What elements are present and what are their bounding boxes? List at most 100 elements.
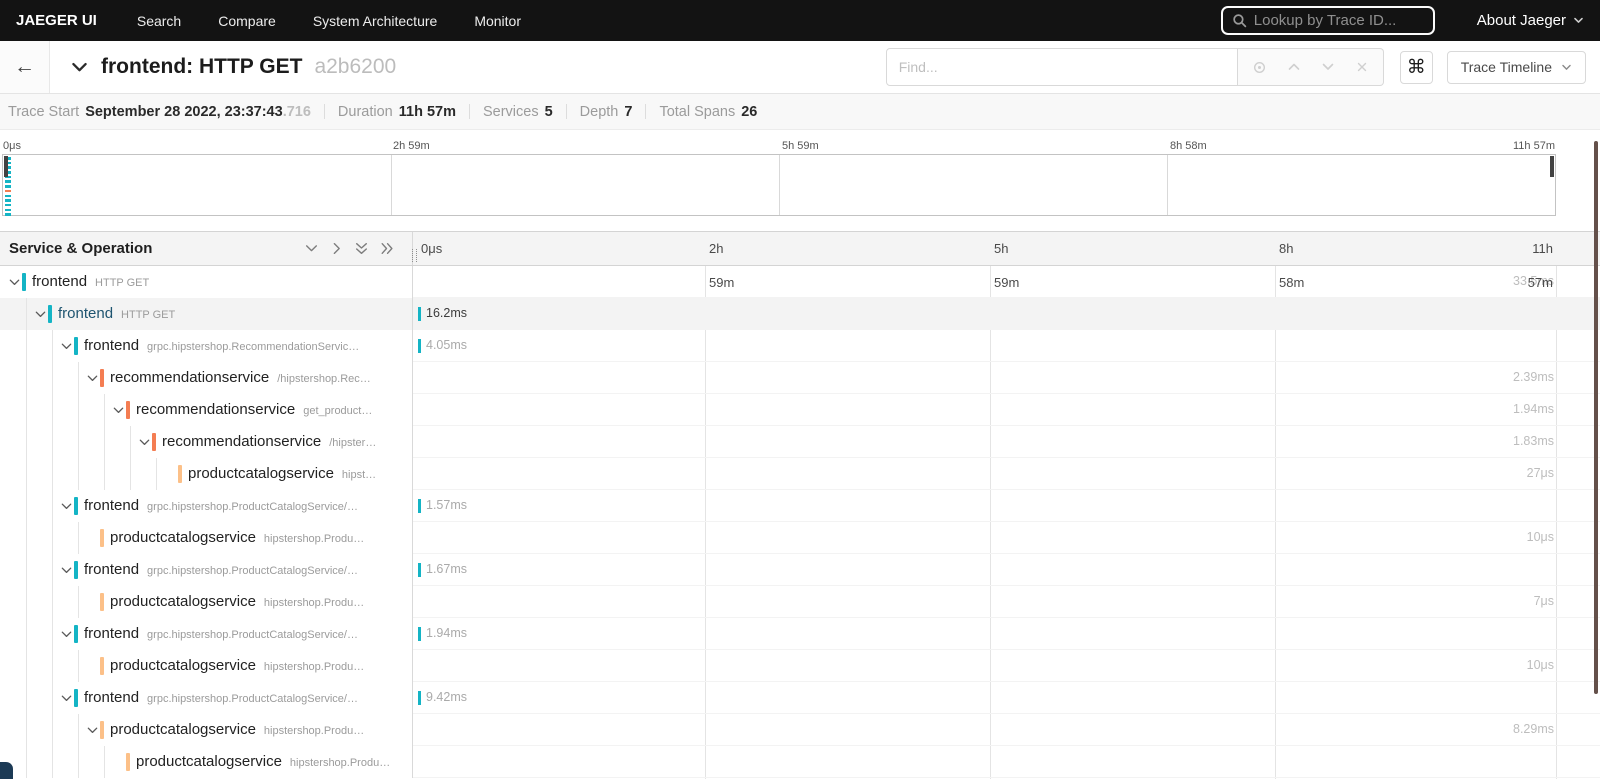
span-timeline-cell[interactable]: 1.57ms bbox=[413, 490, 1600, 522]
vertical-scrollbar[interactable] bbox=[1594, 141, 1598, 694]
clear-search-icon[interactable] bbox=[1355, 60, 1369, 74]
span-timeline-cell[interactable]: 27μs bbox=[413, 458, 1600, 490]
collapse-chevron-icon[interactable] bbox=[86, 724, 99, 737]
find-input[interactable] bbox=[885, 48, 1238, 86]
expand-all-icon[interactable] bbox=[379, 241, 394, 256]
span-row[interactable]: productcatalogservice hipstershop.Produ… 1… bbox=[0, 650, 1600, 682]
span-name-cell[interactable]: frontend grpc.hipstershop.ProductCatalogS… bbox=[0, 490, 413, 522]
divider bbox=[468, 104, 470, 119]
span-name-cell[interactable]: productcatalogservice hipstershop.Produ… bbox=[0, 522, 413, 554]
span-row[interactable]: frontend grpc.hipstershop.ProductCatalogS… bbox=[0, 618, 1600, 650]
span-timeline-cell[interactable]: 4.05ms bbox=[413, 330, 1600, 362]
span-bar[interactable] bbox=[418, 563, 421, 577]
collapse-one-icon[interactable] bbox=[304, 241, 319, 256]
collapse-chevron-icon[interactable] bbox=[60, 500, 73, 513]
span-name-cell[interactable]: frontend grpc.hipstershop.ProductCatalogS… bbox=[0, 618, 413, 650]
span-bar[interactable] bbox=[418, 499, 421, 513]
focus-match-icon[interactable] bbox=[1252, 60, 1267, 75]
span-name-cell[interactable]: productcatalogservice hipstershop.Produ… bbox=[0, 650, 413, 682]
collapse-chevron-icon[interactable] bbox=[60, 564, 73, 577]
span-timeline-cell[interactable]: 10μs bbox=[413, 522, 1600, 554]
services-label: Services bbox=[482, 103, 539, 120]
nav-item-monitor[interactable]: Monitor bbox=[474, 13, 521, 29]
collapse-all-icon[interactable] bbox=[354, 241, 369, 256]
span-row[interactable]: recommendationservice/hipstershop.Rec… 2.… bbox=[0, 362, 1600, 394]
span-timeline-cell[interactable]: 9.42ms bbox=[413, 682, 1600, 714]
span-name-cell[interactable]: recommendationservice get_product… bbox=[0, 394, 413, 426]
nav-item-search[interactable]: Search bbox=[137, 13, 181, 29]
span-bar[interactable] bbox=[418, 339, 421, 353]
span-name-cell[interactable]: frontend grpc.hipstershop.ProductCatalogS… bbox=[0, 554, 413, 586]
timeline-tick-label: 2h bbox=[709, 241, 724, 256]
trace-lookup[interactable] bbox=[1220, 6, 1435, 35]
indent-guide bbox=[26, 298, 27, 330]
span-timeline-cell[interactable]: 1.83ms bbox=[413, 426, 1600, 458]
span-duration: 27μs bbox=[1526, 466, 1554, 480]
span-timeline-cell[interactable]: 16.2ms bbox=[413, 298, 1600, 330]
span-color-bar bbox=[22, 273, 26, 291]
span-timeline-cell[interactable]: 10μs bbox=[413, 650, 1600, 682]
span-row[interactable]: productcatalogservice hipst… 27μs bbox=[0, 458, 1600, 490]
indent-guide bbox=[104, 426, 105, 458]
span-color-bar bbox=[74, 497, 78, 515]
span-name-cell[interactable]: recommendationservice/hipster… bbox=[0, 426, 413, 458]
span-row[interactable]: frontend HTTP GET 16.2ms bbox=[0, 298, 1600, 330]
span-timeline-cell[interactable] bbox=[413, 746, 1600, 778]
collapse-chevron-icon[interactable] bbox=[60, 692, 73, 705]
span-row[interactable]: frontend grpc.hipstershop.ProductCatalogS… bbox=[0, 490, 1600, 522]
services-value: 5 bbox=[544, 103, 553, 120]
minimap-left-handle[interactable] bbox=[4, 156, 8, 177]
collapse-trace-chevron-icon[interactable] bbox=[70, 58, 89, 77]
span-bar[interactable] bbox=[418, 307, 421, 321]
collapse-chevron-icon[interactable] bbox=[112, 404, 125, 417]
back-button[interactable]: ← bbox=[0, 41, 50, 93]
span-timeline-cell[interactable]: 1.94ms bbox=[413, 618, 1600, 650]
trace-view-selector[interactable]: Trace Timeline bbox=[1446, 50, 1586, 84]
span-row[interactable]: productcatalogservice hipstershop.Produ… bbox=[0, 746, 1600, 778]
span-timeline-cell[interactable]: 8.29ms bbox=[413, 714, 1600, 746]
nav-item-system-architecture[interactable]: System Architecture bbox=[313, 13, 438, 29]
span-bar[interactable] bbox=[418, 627, 421, 641]
collapse-chevron-icon[interactable] bbox=[86, 372, 99, 385]
span-name-cell[interactable]: frontend grpc.hipstershop.RecommendationS… bbox=[0, 330, 413, 362]
span-name-cell[interactable]: productcatalogservice hipstershop.Produ… bbox=[0, 746, 413, 778]
column-resizer-handle[interactable] bbox=[412, 249, 417, 262]
prev-match-icon[interactable] bbox=[1287, 60, 1301, 74]
span-name-cell[interactable]: productcatalogservice hipstershop.Produ… bbox=[0, 714, 413, 746]
keyboard-shortcuts-button[interactable]: ⌘ bbox=[1399, 50, 1433, 84]
span-row[interactable]: recommendationservice/hipster… 1.83ms bbox=[0, 426, 1600, 458]
span-name-cell[interactable]: productcatalogservice hipst… bbox=[0, 458, 413, 490]
span-name-cell[interactable]: productcatalogservice hipstershop.Produ… bbox=[0, 586, 413, 618]
next-match-icon[interactable] bbox=[1321, 60, 1335, 74]
span-row[interactable]: frontend grpc.hipstershop.ProductCatalogS… bbox=[0, 682, 1600, 714]
span-name-cell[interactable]: frontend grpc.hipstershop.ProductCatalogS… bbox=[0, 682, 413, 714]
span-name-cell[interactable]: frontend HTTP GET bbox=[0, 266, 413, 298]
span-timeline-cell[interactable]: 1.94ms bbox=[413, 394, 1600, 426]
span-name-cell[interactable]: frontend HTTP GET bbox=[0, 298, 413, 330]
nav-item-compare[interactable]: Compare bbox=[218, 13, 276, 29]
span-row[interactable]: frontend grpc.hipstershop.RecommendationS… bbox=[0, 330, 1600, 362]
minimap-gridline bbox=[1167, 155, 1168, 215]
app-brand[interactable]: JAEGER UI bbox=[16, 12, 97, 29]
minimap-canvas[interactable] bbox=[2, 154, 1556, 216]
span-row[interactable]: productcatalogservice hipstershop.Produ… 7… bbox=[0, 586, 1600, 618]
span-timeline-cell[interactable]: 7μs bbox=[413, 586, 1600, 618]
collapse-chevron-icon[interactable] bbox=[138, 436, 151, 449]
span-row[interactable]: productcatalogservice hipstershop.Produ… 8… bbox=[0, 714, 1600, 746]
span-timeline-cell[interactable]: 2.39ms bbox=[413, 362, 1600, 394]
collapse-chevron-icon[interactable] bbox=[60, 628, 73, 641]
collapse-chevron-icon[interactable] bbox=[8, 276, 21, 289]
expand-one-icon[interactable] bbox=[329, 241, 344, 256]
span-name-cell[interactable]: recommendationservice/hipstershop.Rec… bbox=[0, 362, 413, 394]
trace-lookup-input[interactable] bbox=[1253, 12, 1414, 29]
span-row[interactable]: frontend grpc.hipstershop.ProductCatalogS… bbox=[0, 554, 1600, 586]
span-timeline-cell[interactable]: 1.67ms bbox=[413, 554, 1600, 586]
collapse-chevron-icon[interactable] bbox=[60, 340, 73, 353]
span-row[interactable]: productcatalogservice hipstershop.Produ… 1… bbox=[0, 522, 1600, 554]
about-jaeger-menu[interactable]: About Jaeger bbox=[1477, 12, 1584, 29]
span-bar[interactable] bbox=[418, 691, 421, 705]
collapse-chevron-icon[interactable] bbox=[34, 308, 47, 321]
span-row[interactable]: recommendationservice get_product… 1.94ms bbox=[0, 394, 1600, 426]
minimap-right-handle[interactable] bbox=[1550, 156, 1554, 177]
span-row[interactable]: frontend HTTP GET 33.5ms bbox=[0, 266, 1600, 298]
